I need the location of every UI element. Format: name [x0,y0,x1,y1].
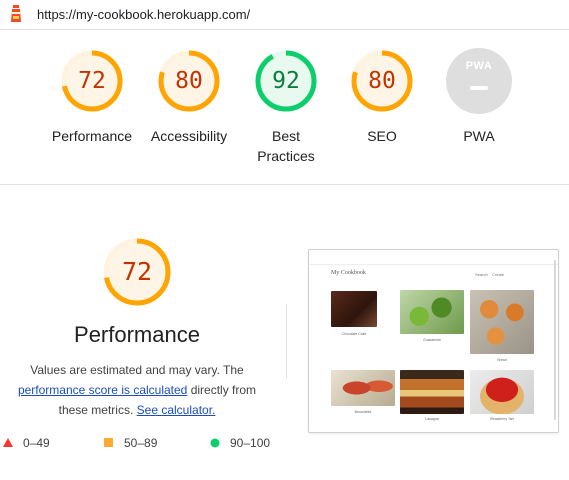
recipe-caption: Bread [497,358,507,362]
gauge-accessibility[interactable]: 80 Accessibility [134,48,244,146]
score-calculation-link[interactable]: performance score is calculated [18,383,187,397]
performance-section: 72 Performance Values are estimated and … [0,185,569,480]
url-bar[interactable]: https://my-cookbook.herokuapp.com/ [0,0,569,30]
screenshot-nav-item: Search [475,272,488,277]
legend-range: 50–89 [124,436,158,450]
gauge-label: SEO [367,128,397,144]
recipe-caption: Guacamole [423,338,441,342]
url-text[interactable]: https://my-cookbook.herokuapp.com/ [37,7,250,22]
desc-text-1: Values are estimated and may vary. The [30,363,244,377]
recipe-photo [331,291,377,327]
recipe-caption: Strawberry Tart [490,417,514,421]
gauge-seo[interactable]: 80 SEO [327,48,437,146]
category-gauges: 72 Performance 80 Accessibility 92 Best … [0,30,569,185]
legend-range: 0–49 [23,436,50,450]
screenshot-nav-item: Create [492,272,505,277]
performance-score: 72 [121,257,153,286]
final-screenshot[interactable]: My Cookbook Search Create Chocolate Cake… [308,249,559,433]
pwa-dash-icon [470,86,488,90]
gauge-performance[interactable]: 72 Performance [37,48,147,146]
gauge-label: PWA [463,128,495,144]
lighthouse-icon [11,5,21,22]
square-icon [104,438,113,447]
recipe-photo [400,370,464,414]
score-legend: 0–49 50–89 90–100 [0,435,300,455]
gauge-score: 80 [368,68,396,94]
pwa-badge-icon [446,48,512,114]
performance-gauge: 72 [101,236,173,308]
see-calculator-link[interactable]: See calculator. [137,403,216,417]
circle-icon [210,438,220,448]
screenshot-browser-bar [309,250,558,265]
screenshot-brand: My Cookbook [331,270,366,276]
recipe-caption: Chocolate Cake [341,332,367,336]
gauge-score: 72 [78,68,106,94]
screenshot-scrollbar [554,260,556,420]
recipe-photo [400,290,464,334]
gauge-best-practices[interactable]: 92 Best Practices [231,48,341,166]
gauge-label: Best Practices [257,128,315,164]
gauge-label: Performance [51,128,133,144]
legend-range: 90–100 [230,436,271,450]
gauge-pwa[interactable]: PWA PWA [424,48,534,146]
recipe-caption: Bruschetta [354,410,372,414]
performance-title: Performance [74,322,200,347]
performance-description: Values are estimated and may vary. The p… [12,360,262,420]
recipe-photo [470,290,534,354]
gauge-score: 80 [175,68,203,94]
gauge-label: Accessibility [150,128,228,144]
vertical-divider [286,304,287,378]
pwa-badge-text: PWA [465,60,493,72]
recipe-photo [331,370,395,406]
recipe-caption: Lasagna [425,417,439,421]
triangle-icon [3,438,13,447]
recipe-photo [470,370,534,414]
gauge-score: 92 [272,68,300,94]
